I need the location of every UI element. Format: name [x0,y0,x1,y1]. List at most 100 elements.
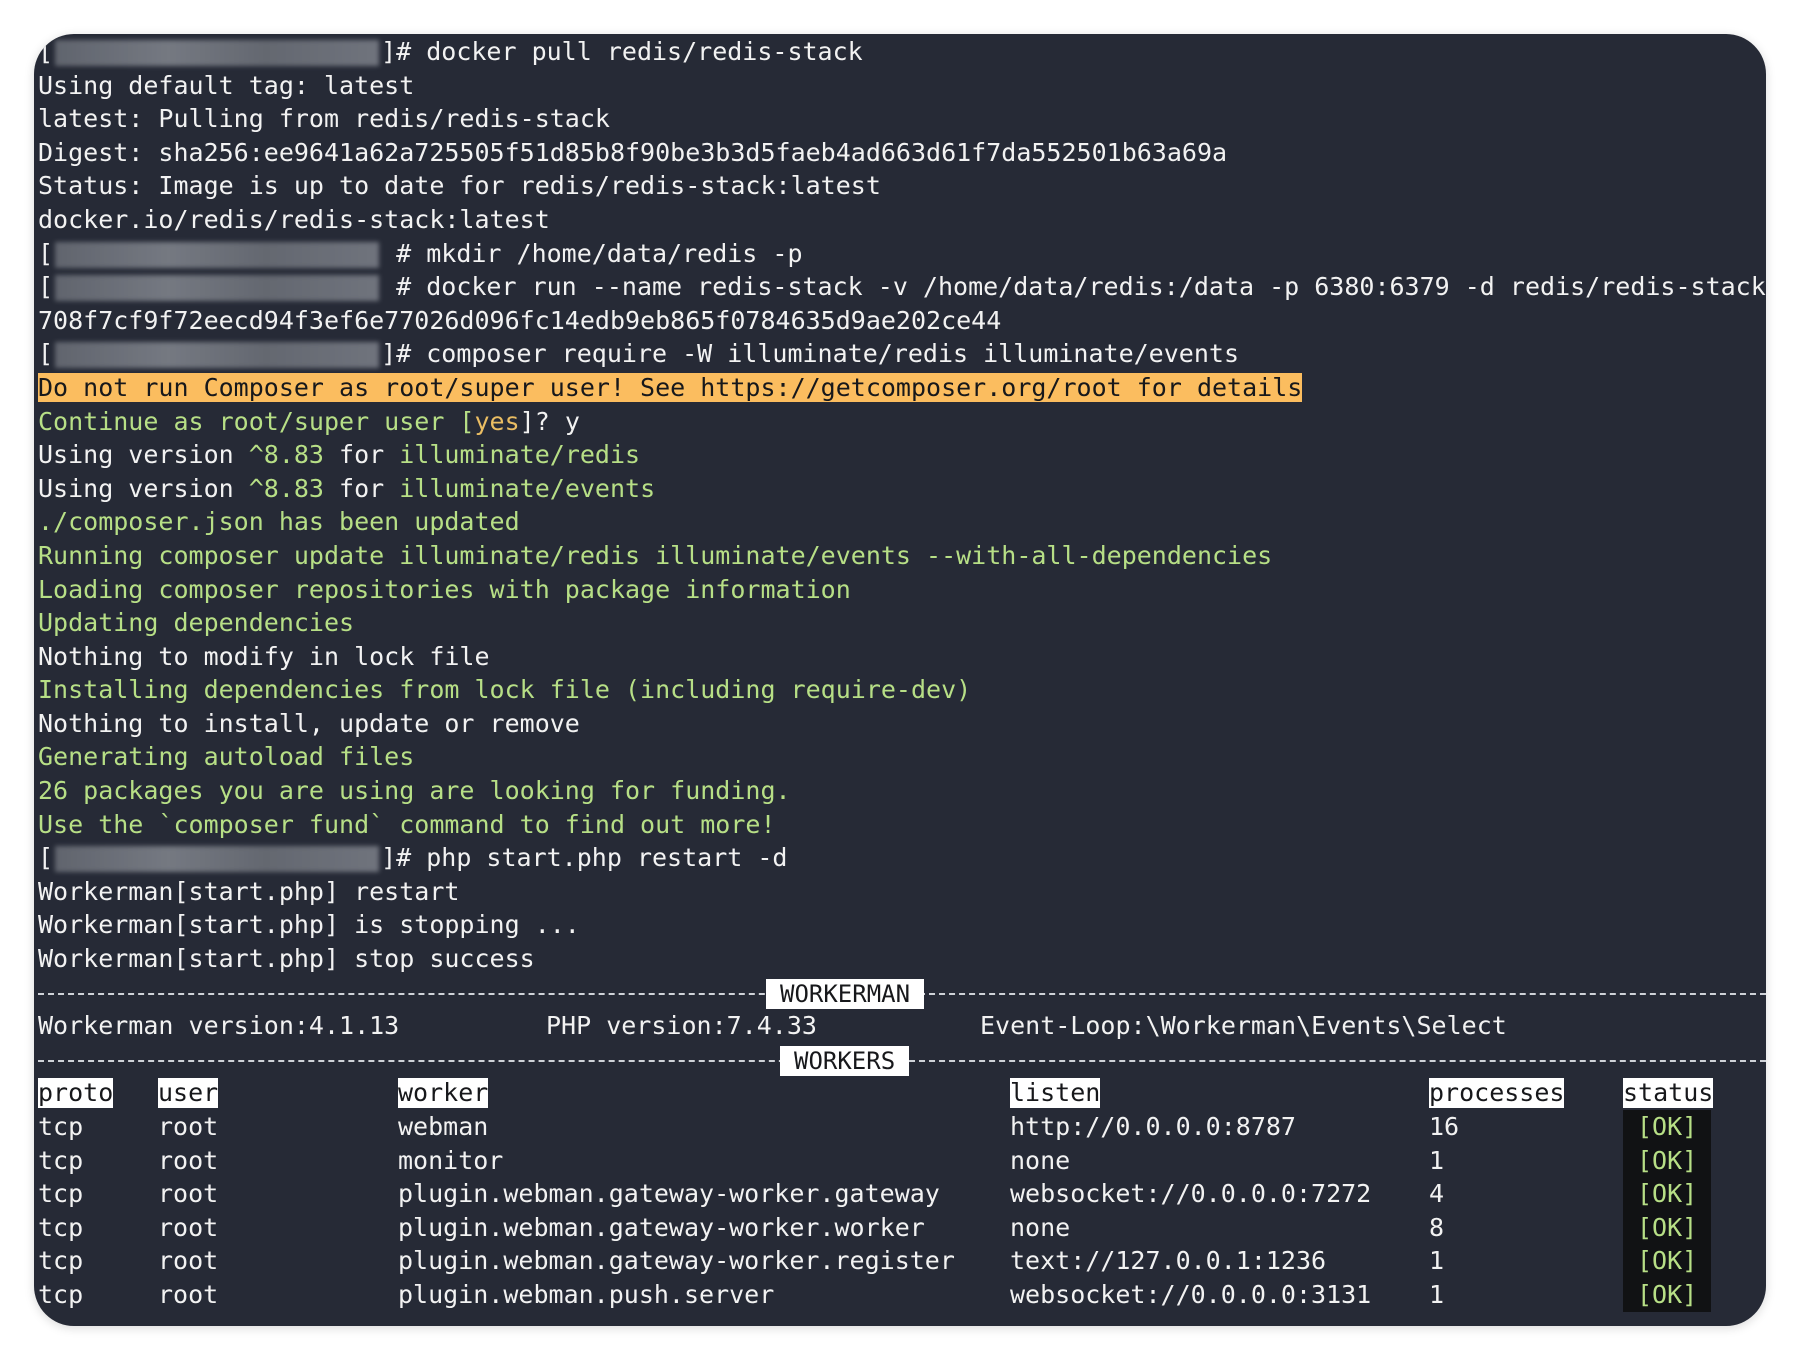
confirm-prompt-line: Continue as root/super user [yes]? y [38,405,1766,439]
terminal-line: Workerman[start.php] stop success [38,942,1766,976]
cell-listen: none [1010,1211,1429,1245]
proto-value: tcp [38,1279,84,1309]
version-for: for [323,440,400,470]
table-row: tcp root plugin.webman.gateway-worker.work… [38,1210,1723,1245]
prompt-open-bracket: [ [38,339,54,369]
workerman-separator: WORKERMAN [38,976,1766,1010]
output-text: docker.io/redis/redis-stack:latest [38,204,550,234]
column-header-label: user [158,1078,219,1109]
cell-status: [OK] [1623,1143,1723,1178]
worker-value: webman [398,1112,489,1141]
listen-value: http://0.0.0.0:8787 [1010,1112,1296,1141]
cell-processes: 16 [1429,1110,1623,1144]
output-text: Workerman[start.php] stop success [38,944,535,974]
info-text: Running composer update illuminate/redis… [38,540,1273,570]
event-loop: Event-Loop:\Workerman\Events\Select [980,1011,1507,1041]
processes-value: 16 [1429,1112,1460,1141]
warning-text: Do not run Composer as root/super user! … [38,372,1303,402]
workers-separator: WORKERS [38,1043,1766,1077]
processes-value: 1 [1429,1279,1445,1309]
cell-status: [OK] [1623,1177,1723,1211]
listen-value: none [1010,1145,1071,1175]
redacted-hostname [55,846,380,873]
version-line: Using version ^8.83 for illuminate/redis [38,438,1766,472]
column-header-label: proto [38,1078,114,1109]
terminal-window[interactable]: []# docker pull redis/redis-stack Using d… [34,34,1766,1326]
shell-command: php start.php restart -d [411,843,788,873]
cell-user: root [158,1177,398,1211]
terminal-line: Workerman[start.php] restart [38,875,1766,909]
worker-value: plugin.webman.gateway-worker.register [398,1246,955,1276]
shell-prompt-line: []# composer require -W illuminate/redis… [38,337,1766,371]
processes-value: 8 [1429,1212,1445,1242]
terminal-line: Using default tag: latest [38,69,1766,103]
workers-section-label: WORKERS [780,1045,910,1076]
output-text: Digest: sha256:ee9641a62a725505f51d85b8f… [38,137,1228,167]
shell-command: composer require -W illuminate/redis ill… [411,339,1239,369]
confirm-suffix: ]? [519,406,565,436]
terminal-output[interactable]: []# docker pull redis/redis-stack Using d… [38,35,1766,1312]
composer-info-line: Loading composer repositories with packa… [38,573,1766,607]
cell-processes: 1 [1429,1144,1623,1178]
info-text: ./composer.json has been updated [38,507,520,537]
worker-value: monitor [398,1145,504,1175]
composer-info-line: Use the `composer fund` command to find … [38,808,1766,842]
cell-proto: tcp [38,1244,158,1278]
cell-worker: monitor [398,1144,1010,1178]
version-for: for [323,473,400,503]
version-line: Using version ^8.83 for illuminate/event… [38,472,1766,506]
cell-worker: plugin.webman.gateway-worker.worker [398,1211,1010,1245]
info-text: 26 packages you are using are looking fo… [38,776,791,806]
confirm-default: yes [474,406,520,436]
composer-info-line: 26 packages you are using are looking fo… [38,774,1766,808]
prompt-open-bracket: [ [38,37,54,66]
package-name: illuminate/redis [399,440,641,470]
terminal-line: Nothing to install, update or remove [38,707,1766,741]
column-header: user [158,1076,398,1110]
version-prefix: Using version [38,473,249,503]
output-text: Using default tag: latest [38,70,415,100]
cell-worker: plugin.webman.gateway-worker.register [398,1244,1010,1278]
table-row: tcp root plugin.webman.push.server websocke… [38,1277,1723,1312]
workerman-version: Workerman version:4.1.13 [38,1011,400,1041]
output-text: 708f7cf9f72eecd94f3ef6e77026d096fc14edb9… [38,305,1002,335]
cell-user: root [158,1244,398,1278]
column-header: proto [38,1076,158,1110]
proto-value: tcp [38,1212,84,1242]
version-constraint: ^8.83 [248,473,324,503]
column-header-label: worker [398,1078,489,1109]
column-header-label: processes [1429,1078,1565,1109]
proto-value: tcp [38,1112,84,1141]
composer-info-line: Generating autoload files [38,740,1766,774]
cell-worker: plugin.webman.gateway-worker.gateway [398,1177,1010,1211]
cell-user: root [158,1110,398,1144]
composer-info-line: Running composer update illuminate/redis… [38,539,1766,573]
shell-command: docker run --name redis-stack -v /home/d… [411,272,1766,302]
cell-listen: websocket://0.0.0.0:3131 [1010,1278,1429,1312]
listen-value: none [1010,1212,1071,1242]
cell-processes: 1 [1429,1278,1623,1312]
processes-value: 1 [1429,1246,1445,1276]
workers-table: proto user worker listen processes status tcp r… [38,1076,1723,1312]
info-text: Updating dependencies [38,608,355,638]
listen-value: websocket://0.0.0.0:7272 [1010,1179,1372,1209]
composer-info-line: Updating dependencies [38,606,1766,640]
user-value: root [158,1179,219,1209]
cell-worker: webman [398,1110,1010,1144]
terminal-line: Digest: sha256:ee9641a62a725505f51d85b8f… [38,136,1766,170]
terminal-line: latest: Pulling from redis/redis-stack [38,102,1766,136]
table-row: tcp root plugin.webman.gateway-worker.regi… [38,1244,1723,1278]
confirm-answer: y [564,406,580,436]
column-header: status [1623,1076,1723,1110]
terminal-line: Workerman[start.php] is stopping ... [38,908,1766,942]
shell-command: mkdir /home/data/redis -p [411,238,803,268]
status-badge: [OK] [1623,1110,1712,1144]
user-value: root [158,1145,219,1175]
shell-prompt-line: []# docker pull redis/redis-stack [38,35,1766,69]
cell-worker: plugin.webman.push.server [398,1278,1010,1312]
status-badge: [OK] [1623,1143,1712,1178]
output-text: Workerman[start.php] is stopping ... [38,910,580,940]
terminal-line: Status: Image is up to date for redis/re… [38,169,1766,203]
shell-prompt-line: []# php start.php restart -d [38,841,1766,875]
redacted-hostname [55,275,380,302]
